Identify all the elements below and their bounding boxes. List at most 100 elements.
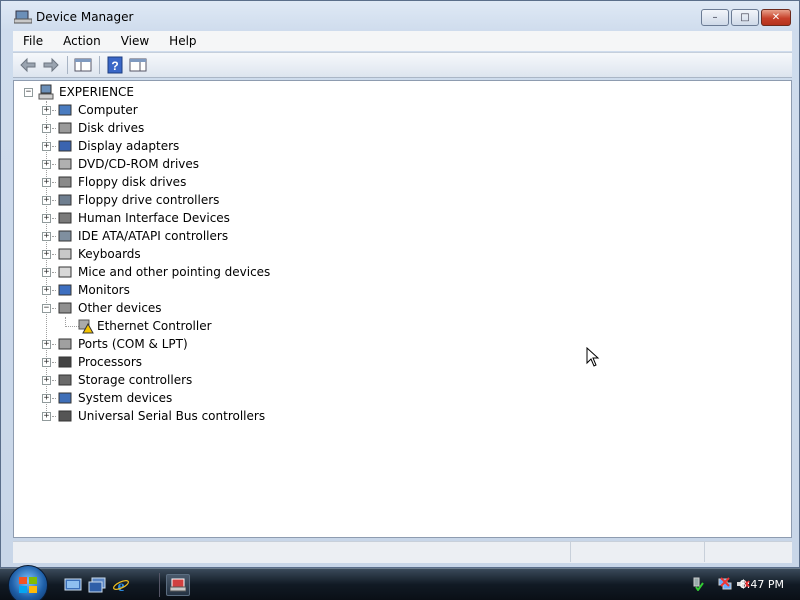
warning-device-icon [78,319,94,334]
monitor-icon [58,284,72,296]
category-expand-toggle[interactable]: + [42,358,51,367]
tree-connector [52,128,56,129]
menu-action[interactable]: Action [53,31,111,51]
windows-logo-icon [19,577,37,593]
category-label[interactable]: Floppy disk drives [78,173,186,191]
status-bar [13,541,792,563]
show-desktop-icon[interactable] [64,577,82,593]
device-tree[interactable]: − EXPERIENCE + Computer + Disk drives + Displ… [13,80,792,538]
menu-help[interactable]: Help [159,31,206,51]
svg-text:?: ? [111,59,118,73]
category-expand-toggle[interactable]: + [42,106,51,115]
forward-button[interactable] [40,55,62,75]
category-label[interactable]: Display adapters [78,137,179,155]
tree-connector [52,146,56,147]
category-label[interactable]: Ports (COM & LPT) [78,335,188,353]
help-icon: ? [107,56,123,74]
category-expand-toggle[interactable]: + [42,412,51,421]
menu-file[interactable]: File [13,31,53,51]
tree-connector [52,272,56,273]
category-expand-toggle[interactable]: + [42,340,51,349]
mouse-cursor-icon [586,347,600,367]
display-adapter-icon [58,140,72,152]
toolbar-separator [99,56,100,74]
device-manager-window: Device Manager – □ ✕ File Action View He… [0,0,800,568]
title-bar[interactable]: Device Manager – □ ✕ [1,1,799,31]
maximize-button[interactable]: □ [731,9,759,26]
category-label[interactable]: Storage controllers [78,371,192,389]
category-expand-toggle[interactable]: + [42,394,51,403]
category-expand-toggle[interactable]: + [42,268,51,277]
system-device-icon [58,392,72,404]
back-button[interactable] [17,55,39,75]
category-label[interactable]: DVD/CD-ROM drives [78,155,199,173]
safely-remove-hardware-icon[interactable] [690,577,704,591]
menu-bar: File Action View Help [13,31,792,51]
category-label[interactable]: IDE ATA/ATAPI controllers [78,227,228,245]
root-collapse-toggle[interactable]: − [24,88,33,97]
ide-controller-icon [58,230,72,242]
tree-connector [52,290,56,291]
close-button[interactable]: ✕ [761,9,791,26]
show-hide-console-tree-icon [74,58,92,72]
properties-pane-button[interactable] [127,55,149,75]
category-label[interactable]: Floppy drive controllers [78,191,219,209]
category-expand-toggle[interactable]: + [42,250,51,259]
device-manager-task-button[interactable] [166,574,190,596]
category-expand-toggle[interactable]: + [42,124,51,133]
toolbar: ? [13,52,792,78]
category-label[interactable]: Universal Serial Bus controllers [78,407,265,425]
category-label[interactable]: Mice and other pointing devices [78,263,270,281]
category-expand-toggle[interactable]: + [42,178,51,187]
taskbar-divider [159,573,160,597]
system-tray: 8:47 PM [660,569,800,600]
mouse-icon [58,266,72,278]
forward-icon [43,57,59,73]
status-pane [705,542,791,562]
internet-explorer-icon[interactable]: e [112,577,130,593]
minimize-button[interactable]: – [701,9,729,26]
category-label[interactable]: Keyboards [78,245,141,263]
network-disconnected-icon[interactable] [718,577,732,591]
dvd-drive-icon [58,158,72,170]
category-label[interactable]: Disk drives [78,119,144,137]
category-expand-toggle[interactable]: + [42,286,51,295]
tree-connector [52,164,56,165]
category-label[interactable]: System devices [78,389,172,407]
help-button[interactable]: ? [104,55,126,75]
hid-icon [58,212,72,224]
category-expand-toggle[interactable]: + [42,142,51,151]
device-manager-icon [14,10,32,24]
menu-view[interactable]: View [111,31,159,51]
properties-pane-icon [129,58,147,72]
status-pane [571,542,705,562]
port-icon [58,338,72,350]
category-label[interactable]: Human Interface Devices [78,209,230,227]
category-label[interactable]: Monitors [78,281,130,299]
category-expand-toggle[interactable]: + [42,376,51,385]
root-label[interactable]: EXPERIENCE [59,83,134,101]
category-expand-toggle[interactable]: + [42,232,51,241]
floppy-drive-icon [58,176,72,188]
storage-controller-icon [58,374,72,386]
category-expand-toggle[interactable]: + [42,160,51,169]
tree-connector [52,344,56,345]
category-label[interactable]: Computer [78,101,138,119]
category-label[interactable]: Other devices [78,299,162,317]
clock[interactable]: 8:47 PM [740,578,784,591]
show-hide-console-tree-button[interactable] [72,55,94,75]
tree-connector [65,326,79,327]
taskbar: e 8:47 PM [0,565,800,600]
tree-connector [52,200,56,201]
category-expand-toggle[interactable]: − [42,304,51,313]
floppy-controller-icon [58,194,72,206]
unknown-device-icon [58,302,72,314]
tree-connector [52,182,56,183]
device-label[interactable]: Ethernet Controller [97,317,212,335]
category-expand-toggle[interactable]: + [42,214,51,223]
switch-windows-icon[interactable] [88,577,106,593]
category-label[interactable]: Processors [78,353,142,371]
start-button[interactable] [8,565,48,600]
category-expand-toggle[interactable]: + [42,196,51,205]
tree-connector [52,308,56,309]
